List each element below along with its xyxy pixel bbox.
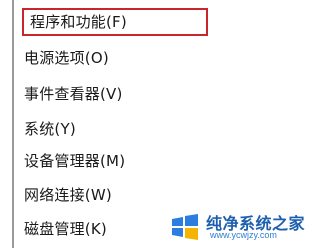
menu-item-event-viewer[interactable]: 事件查看器(V) (24, 80, 123, 108)
menu-item-device-manager[interactable]: 设备管理器(M) (24, 147, 125, 175)
watermark-url: www.ycwjzy.com (210, 230, 277, 240)
menu-left-border (12, 0, 14, 248)
menu-item-disk-management[interactable]: 磁盘管理(K) (24, 215, 107, 243)
menu-item-system[interactable]: 系统(Y) (24, 115, 76, 143)
menu-item-network-connections[interactable]: 网络连接(W) (24, 181, 112, 209)
windows-logo-icon (172, 214, 198, 240)
menu-item-programs-and-features[interactable]: 程序和功能(F) (22, 8, 208, 36)
watermark: 纯净系统之家 www.ycwjzy.com (170, 208, 310, 244)
menu-item-power-options[interactable]: 电源选项(O) (24, 44, 109, 72)
